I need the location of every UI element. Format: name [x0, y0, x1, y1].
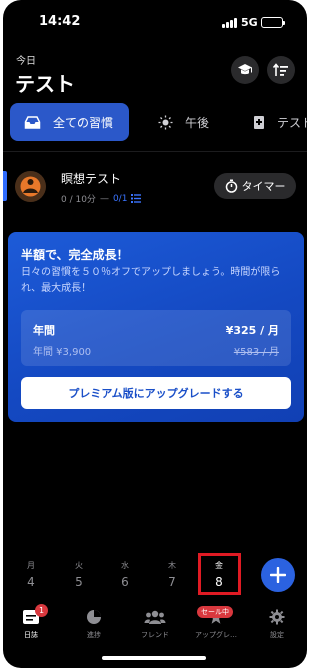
day-date: 6 [121, 575, 129, 589]
page-title: テスト [15, 72, 75, 96]
habit-tabs: 全ての習慣 午後 テスト [3, 103, 307, 143]
battery-icon [261, 17, 285, 28]
habit-avatar[interactable] [15, 171, 46, 202]
day-date: 7 [168, 575, 176, 589]
promo-description: 日々の習慣を５０％オフでアップしましょう。時間が限られ、最大成長！ [21, 267, 281, 294]
day-weekday: 木 [168, 561, 176, 570]
habit-progress: 0 / 10分 — 0/1 [61, 192, 142, 205]
day-weekday: 火 [75, 561, 83, 570]
signal-icon [222, 18, 237, 28]
nav-label: 進捗 [87, 631, 101, 639]
add-habit-button[interactable] [261, 558, 295, 592]
journal-badge: 1 [35, 604, 48, 617]
nav-label: アップグレ… [195, 631, 237, 639]
upgrade-button[interactable]: プレミアム版にアップグレードする [21, 377, 291, 409]
nav-friends[interactable]: フレンド [129, 608, 181, 640]
day-monday[interactable]: 月 4 [18, 560, 44, 589]
habit-name[interactable]: 瞑想テスト [61, 170, 121, 187]
inbox-icon [24, 115, 41, 129]
checklist-count: 0/1 [112, 193, 128, 204]
habit-progress-value: 0 / 10分 [61, 195, 96, 205]
day-thursday[interactable]: 木 7 [159, 560, 185, 589]
tab-all-habits[interactable]: 全ての習慣 [10, 103, 129, 141]
plan-old-price: ¥583 / 月 [233, 347, 279, 358]
day-wednesday[interactable]: 水 6 [112, 560, 138, 589]
pie-chart-icon [68, 608, 120, 626]
status-bar: 14:42 5G [3, 14, 307, 34]
habit-separator: — [99, 193, 109, 204]
status-time: 14:42 [39, 14, 81, 29]
tab-label: 午後 [185, 115, 210, 130]
day-weekday: 水 [121, 561, 129, 570]
list-icon [131, 194, 142, 203]
graduation-cap-icon [238, 64, 252, 75]
day-weekday: 月 [27, 561, 35, 570]
app-screen: 14:42 5G 今日 テスト 全ての習慣 午後 テス 瞑想テスト 0 / 10… [3, 0, 307, 668]
bottom-nav: 1 日誌 進捗 フレンド セール中 アップグレ… 設定 [3, 600, 307, 644]
tab-test[interactable]: テスト [253, 103, 307, 141]
sale-badge: セール中 [197, 606, 233, 618]
day-tuesday[interactable]: 火 5 [66, 560, 92, 589]
sort-icon [273, 63, 288, 76]
tab-label: テスト [277, 115, 307, 130]
day-date: 5 [75, 575, 83, 589]
plan-annual-total: 年間 ¥3,900 [33, 347, 92, 358]
plan-label: 年間 [33, 324, 55, 337]
nav-label: 日誌 [24, 631, 38, 639]
plan-price: ¥325 / 月 [225, 324, 279, 337]
nav-label: フレンド [141, 631, 169, 639]
habit-indicator [3, 171, 7, 201]
friends-icon [129, 608, 181, 626]
sort-button[interactable] [267, 56, 295, 84]
nav-label: 設定 [270, 631, 284, 639]
day-date: 4 [27, 575, 35, 589]
gear-icon [251, 608, 303, 626]
home-indicator[interactable] [102, 656, 206, 660]
stopwatch-icon [225, 179, 237, 193]
graduation-cap-button[interactable] [231, 56, 259, 84]
divider [3, 151, 307, 152]
annual-plan-box[interactable]: 年間 ¥325 / 月 年間 ¥3,900 ¥583 / 月 [21, 310, 291, 366]
tab-label: 全ての習慣 [53, 115, 114, 130]
tab-afternoon[interactable]: 午後 [158, 103, 209, 141]
promo-title: 半額で、完全成長！ [21, 248, 129, 262]
nav-settings[interactable]: 設定 [251, 608, 303, 640]
today-label: 今日 [16, 56, 36, 67]
meditation-icon [15, 171, 46, 202]
nav-upgrade[interactable]: セール中 アップグレ… [187, 606, 245, 640]
journal-icon [5, 608, 57, 626]
sun-icon [158, 115, 173, 130]
premium-promo-card: 半額で、完全成長！ 日々の習慣を５０％オフでアップしましょう。時間が限られ、最大… [8, 232, 304, 422]
selected-day-highlight [198, 553, 241, 595]
nav-journal[interactable]: 1 日誌 [5, 604, 57, 640]
network-label: 5G [241, 16, 258, 29]
timer-button[interactable]: タイマー [214, 173, 296, 199]
nav-progress[interactable]: 進捗 [68, 608, 120, 640]
timer-label: タイマー [241, 180, 286, 193]
plus-icon [270, 567, 286, 583]
notebook-icon [253, 115, 265, 130]
